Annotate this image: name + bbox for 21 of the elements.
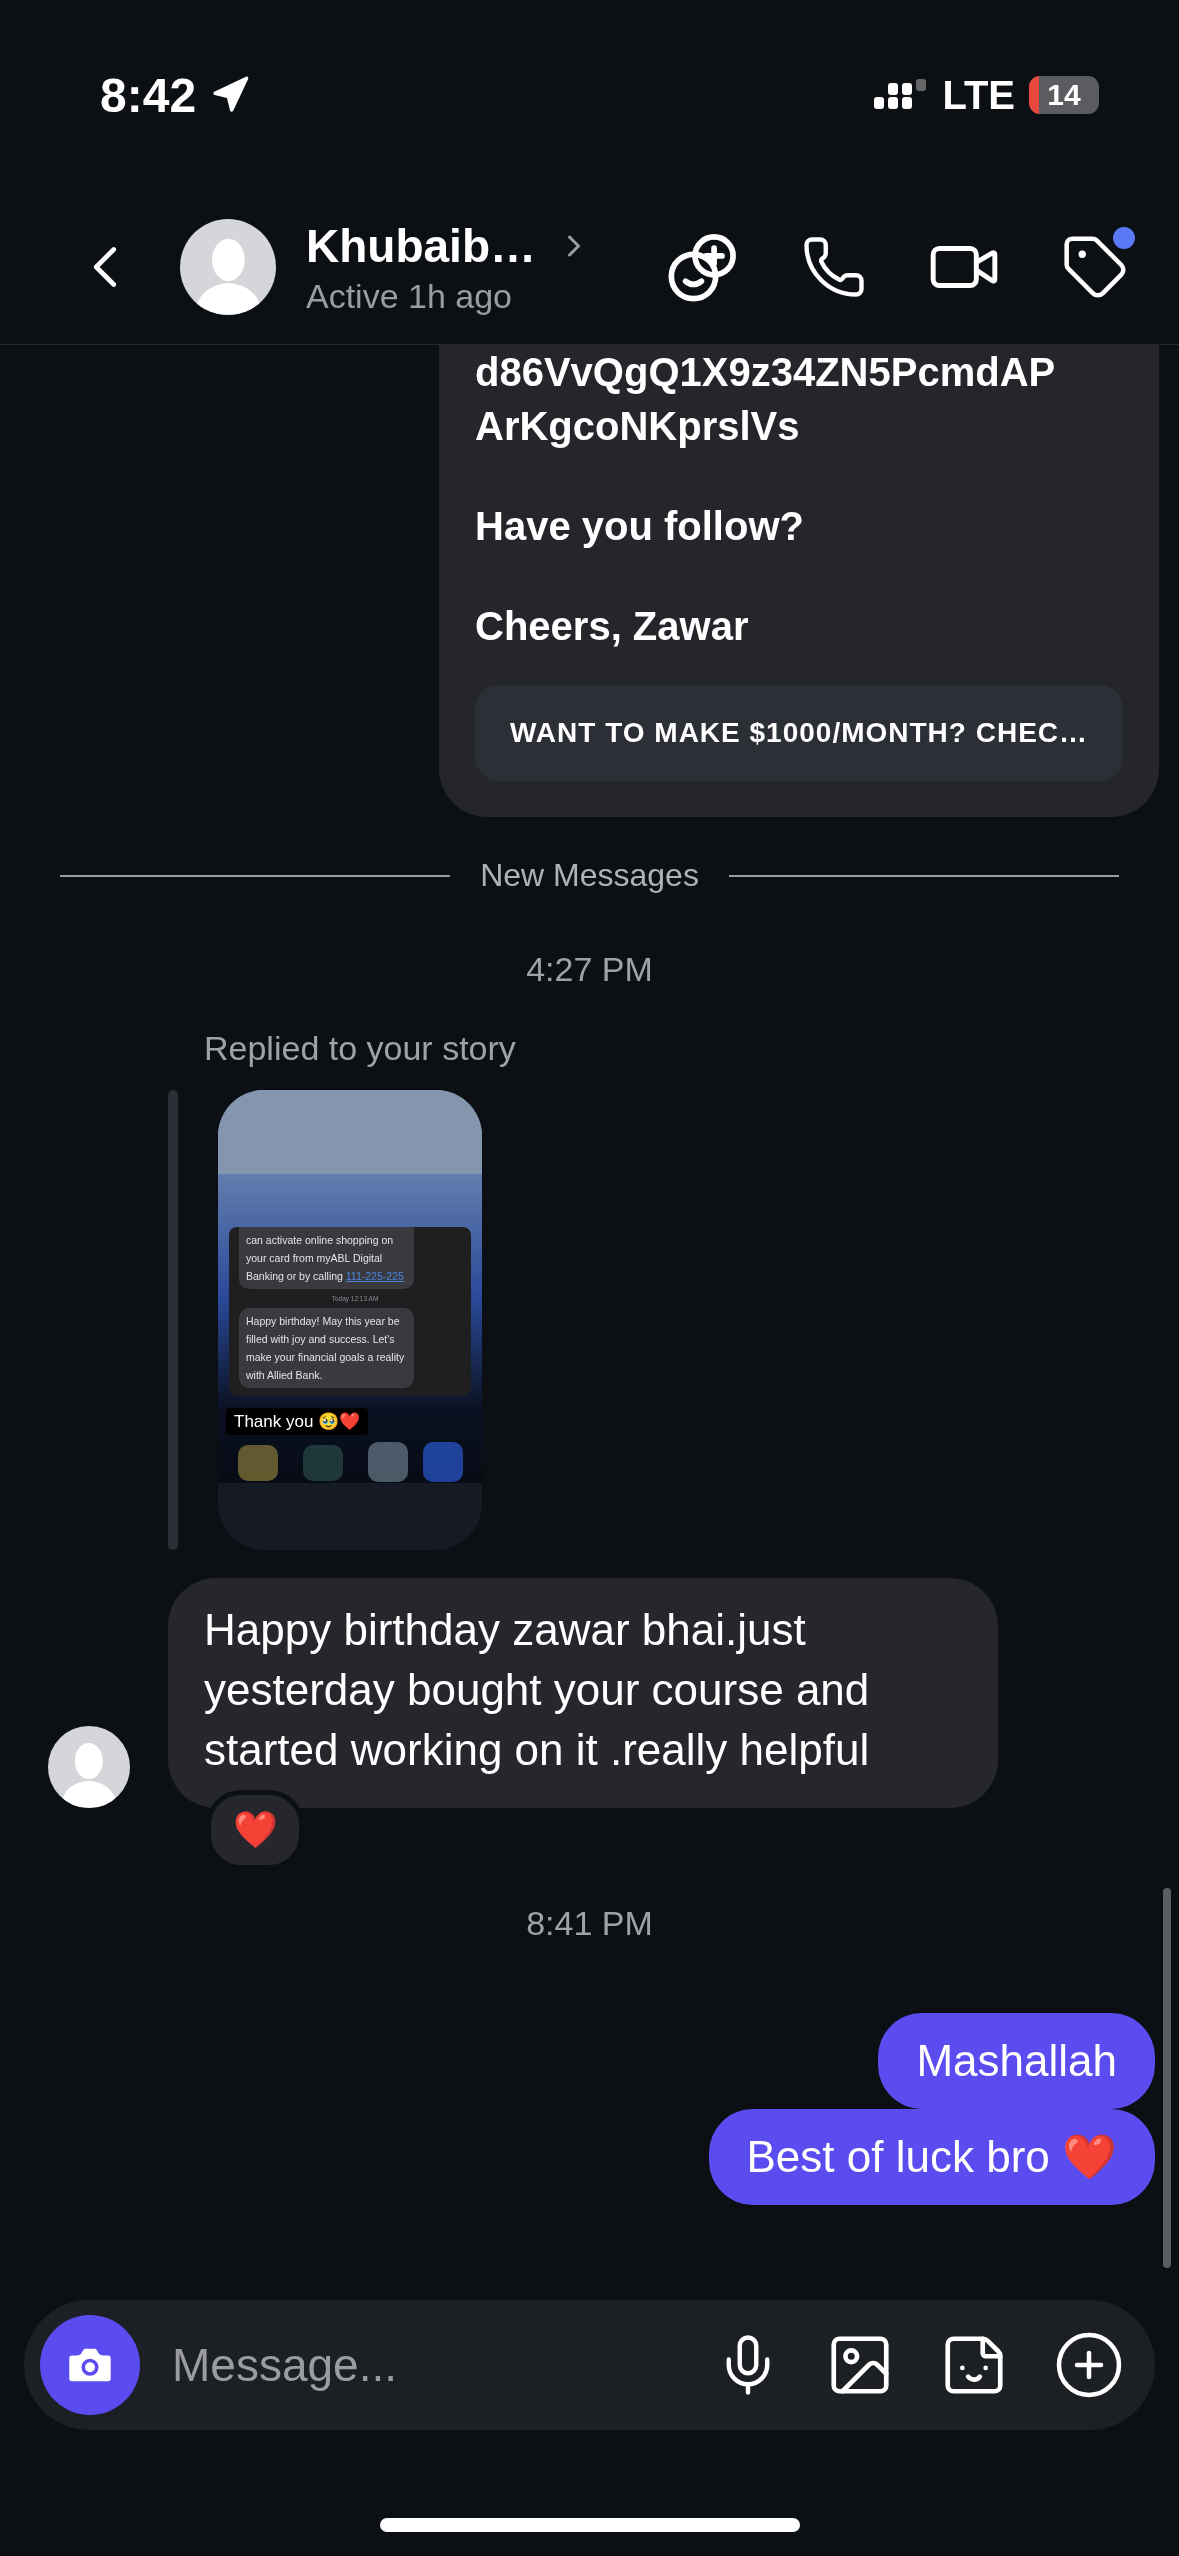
story-caption: Thank you 🥹❤ [226,1408,369,1435]
story-message: Happy birthday! May this year be filled with joy and success. Let's make your financial goals a reality with Allied Bank. [239,1308,414,1388]
timestamp: 4:27 PM [526,950,653,989]
message-text: ArKgcoNKprslVs [475,403,801,450]
message-bubble: Happy birthday zawar bhai.just yesterday bought your course and started working on it .really helpful [168,1578,998,1808]
message-text: d86VvQgQ1X9z34ZN5PcmdAP [475,349,1057,396]
network-label: LTE [942,72,1015,118]
message-text: Cheers, Zawar [475,603,750,650]
timestamp: 8:41 PM [526,1904,653,1943]
contact-name[interactable]: Khubaib… [306,218,536,273]
reply-label: Replied to your story [204,1029,517,1068]
battery-indicator: 14 [1029,76,1099,114]
message-text: Have you follow? [475,503,805,550]
story-message: can activate online shopping on your card from myABL Digital Banking or by calling 111-225-225 [239,1227,414,1289]
message-bubble: Mashallah [878,2013,1155,2109]
message-bubble: Best of luck bro ❤ [708,2109,1155,2205]
link-preview[interactable]: WANT TO MAKE $1000/MONTH? CHEC… [475,685,1123,781]
new-messages-divider: New Messages [480,857,699,894]
message-field[interactable]: Message... [170,2337,715,2393]
status-time: 8:42 [100,67,197,123]
presence-status: Active 1h ago [306,276,514,316]
